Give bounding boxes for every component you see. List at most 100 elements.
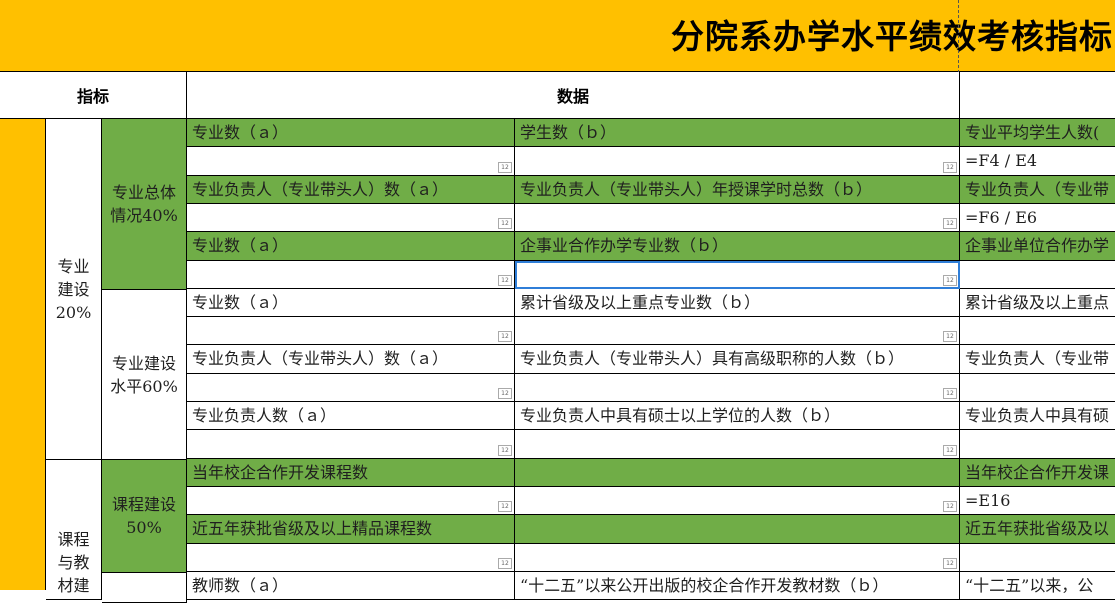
cell-r12-a[interactable]: 当年校企合作开发课程数 xyxy=(187,459,515,487)
cell-text: =E16 xyxy=(965,491,1011,510)
cell-r1-c[interactable]: =F4 / E4 xyxy=(960,147,1115,176)
cell-text xyxy=(187,430,514,434)
cell-text: 专业数（ａ） xyxy=(192,236,289,255)
cell-text: 专业负责人中具有硕士以上学位的人数（ｂ） xyxy=(520,406,841,425)
cell-text xyxy=(187,487,514,491)
cell-r15-b[interactable]: 12 xyxy=(515,544,960,572)
cell-text: 累计省级及以上重点专业数（ｂ） xyxy=(520,293,761,312)
cell-r10-a[interactable]: 专业负责人数（ａ） xyxy=(187,402,515,430)
cell-r11-c[interactable] xyxy=(960,430,1115,459)
number-format-icon: 12 xyxy=(498,218,512,229)
secondary-category-label: 专业建设 水平60% xyxy=(110,353,178,396)
category-column[interactable] xyxy=(0,119,46,590)
cell-r8-b[interactable]: 专业负责人（专业带头人）具有高级职称的人数（ｂ） xyxy=(515,345,960,374)
cell-r11-a[interactable]: 12 xyxy=(187,430,515,459)
cell-text xyxy=(515,459,959,463)
cell-r3-c[interactable]: =F6 / E6 xyxy=(960,204,1115,232)
cell-r2-a[interactable]: 专业负责人（专业带头人）数（ａ） xyxy=(187,176,515,204)
header-indicator[interactable]: 指标 xyxy=(0,72,187,119)
cell-r2-c[interactable]: 专业负责人（专业带 xyxy=(960,176,1115,204)
cell-text xyxy=(515,374,959,378)
cell-text xyxy=(187,317,514,321)
cell-r9-a[interactable]: 12 xyxy=(187,374,515,402)
number-format-icon: 12 xyxy=(498,445,512,456)
cell-r10-c[interactable]: 专业负责人中具有硕 xyxy=(960,402,1115,430)
cell-r13-a[interactable]: 12 xyxy=(187,487,515,515)
cell-r6-b[interactable]: 累计省级及以上重点专业数（ｂ） xyxy=(515,289,960,317)
header-data[interactable]: 数据 xyxy=(187,72,960,119)
cell-r8-a[interactable]: 专业负责人（专业带头人）数（ａ） xyxy=(187,345,515,374)
cell-r2-b[interactable]: 专业负责人（专业带头人）年授课学时总数（ｂ） xyxy=(515,176,960,204)
secondary-category-next[interactable] xyxy=(102,573,187,603)
cell-text: 专业负责人数（ａ） xyxy=(192,406,337,425)
cell-r7-b[interactable]: 12 xyxy=(515,317,960,345)
cell-text xyxy=(187,261,514,265)
number-format-icon: 12 xyxy=(943,388,957,399)
cell-r9-c[interactable] xyxy=(960,374,1115,402)
cell-text: 专业负责人（专业带 xyxy=(965,349,1110,368)
cell-text: 专业数（ａ） xyxy=(192,123,289,142)
cell-r5-b[interactable]: 12 xyxy=(515,261,960,289)
cell-r1-b[interactable]: 12 xyxy=(515,147,960,176)
cell-r10-b[interactable]: 专业负责人中具有硕士以上学位的人数（ｂ） xyxy=(515,402,960,430)
cell-r7-a[interactable]: 12 xyxy=(187,317,515,345)
number-format-icon: 12 xyxy=(498,162,512,173)
cell-r6-c[interactable]: 累计省级及以上重点 xyxy=(960,289,1115,317)
cell-text: 专业负责人（专业带头人）数（ａ） xyxy=(192,180,449,199)
cell-text xyxy=(187,544,514,548)
cell-text: “十二五”以来，公 xyxy=(965,576,1094,595)
cell-r12-b[interactable] xyxy=(515,459,960,487)
cell-r14-a[interactable]: 近五年获批省级及以上精品课程数 xyxy=(187,515,515,544)
cell-r7-c[interactable] xyxy=(960,317,1115,345)
secondary-category-course[interactable]: 课程建设 50% xyxy=(102,460,187,573)
cell-r0-b[interactable]: 学生数（ｂ） xyxy=(515,119,960,147)
cell-r1-a[interactable]: 12 xyxy=(187,147,515,176)
cell-text: 学生数（ｂ） xyxy=(520,123,617,142)
cell-r13-c[interactable]: =E16 xyxy=(960,487,1115,515)
cell-r4-c[interactable]: 企事业单位合作办学 xyxy=(960,232,1115,261)
cell-r14-c[interactable]: 近五年获批省级及以 xyxy=(960,515,1115,544)
cell-r13-b[interactable]: 12 xyxy=(515,487,960,515)
cell-text xyxy=(515,515,959,519)
cell-r0-c[interactable]: 专业平均学生人数( xyxy=(960,119,1115,147)
cell-r3-a[interactable]: 12 xyxy=(187,204,515,232)
cell-r4-a[interactable]: 专业数（ａ） xyxy=(187,232,515,261)
number-format-icon: 12 xyxy=(943,331,957,342)
cell-text xyxy=(960,430,1115,434)
primary-category-course[interactable]: 课程 与教 材建 xyxy=(46,460,102,600)
cell-r12-c[interactable]: 当年校企合作开发课 xyxy=(960,459,1115,487)
cell-r15-c[interactable] xyxy=(960,544,1115,572)
cell-text: 专业负责人（专业带头人）年授课学时总数（ｂ） xyxy=(520,180,873,199)
cell-r14-b[interactable] xyxy=(515,515,960,544)
cell-r16-c[interactable]: “十二五”以来，公 xyxy=(960,572,1115,600)
cell-text: =F6 / E6 xyxy=(965,208,1038,227)
primary-category-major[interactable]: 专业 建设 20% xyxy=(46,119,102,460)
cell-r6-a[interactable]: 专业数（ａ） xyxy=(187,289,515,317)
cell-text xyxy=(960,374,1115,378)
cell-r15-a[interactable]: 12 xyxy=(187,544,515,572)
cell-r8-c[interactable]: 专业负责人（专业带 xyxy=(960,345,1115,374)
secondary-category-level[interactable]: 专业建设 水平60% xyxy=(102,290,187,460)
cell-text xyxy=(515,147,959,151)
cell-text: 累计省级及以上重点 xyxy=(965,293,1110,312)
number-format-icon: 12 xyxy=(943,218,957,229)
secondary-category-overall[interactable]: 专业总体 情况40% xyxy=(102,119,187,290)
cell-r3-b[interactable]: 12 xyxy=(515,204,960,232)
cell-text: 专业负责人（专业带头人）数（ａ） xyxy=(192,349,449,368)
cell-text xyxy=(960,317,1115,321)
cell-r0-a[interactable]: 专业数（ａ） xyxy=(187,119,515,147)
cell-r5-c[interactable] xyxy=(960,261,1115,289)
header-extra[interactable] xyxy=(960,72,1115,119)
header-indicator-label: 指标 xyxy=(76,87,109,106)
cell-r11-b[interactable]: 12 xyxy=(515,430,960,459)
cell-r9-b[interactable]: 12 xyxy=(515,374,960,402)
title-band: 分院系办学水平绩效考核指标 xyxy=(0,0,1115,72)
cell-r16-b[interactable]: “十二五”以来公开出版的校企合作开发教材数（ｂ） xyxy=(515,572,960,600)
number-format-icon: 12 xyxy=(498,388,512,399)
cell-r16-a[interactable]: 教师数（ａ） xyxy=(187,572,515,600)
cell-text: =F4 / E4 xyxy=(965,151,1038,170)
cell-r4-b[interactable]: 企事业合作办学专业数（ｂ） xyxy=(515,232,960,261)
number-format-icon: 12 xyxy=(943,558,957,569)
cell-r5-a[interactable]: 12 xyxy=(187,261,515,289)
cell-text: 当年校企合作开发课 xyxy=(965,463,1110,482)
